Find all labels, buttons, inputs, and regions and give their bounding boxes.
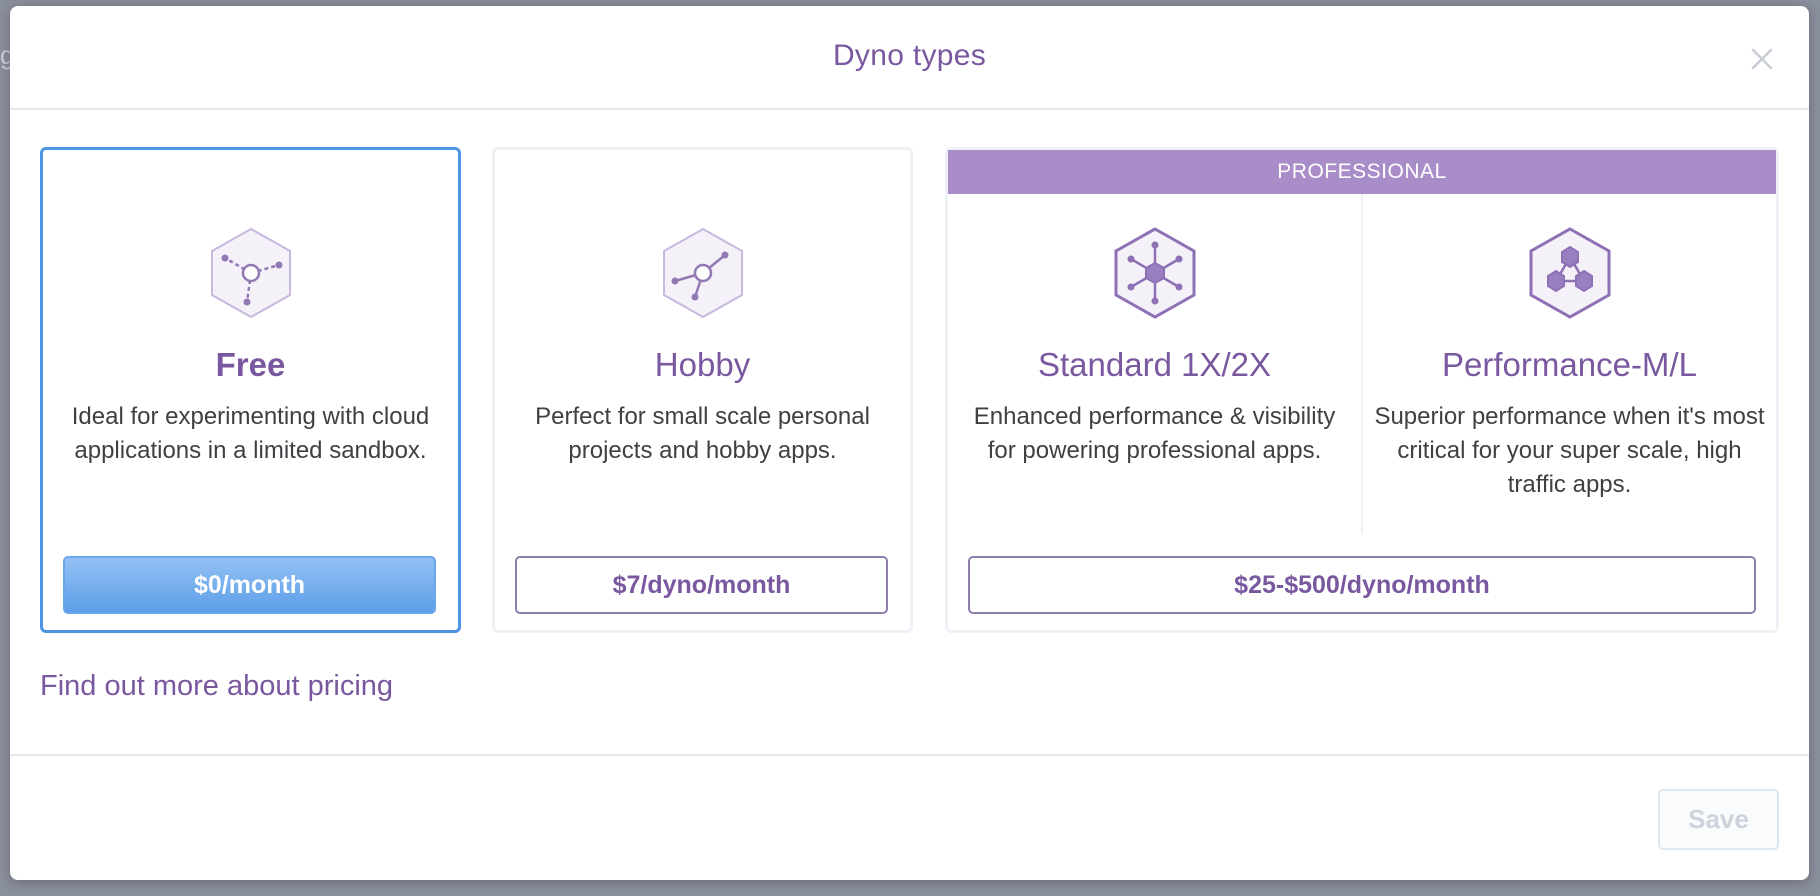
- standard-tier: Standard 1X/2X Enhanced performance & vi…: [948, 150, 1361, 570]
- performance-tier-name: Performance-M/L: [1442, 346, 1697, 383]
- modal-header: Dyno types: [10, 6, 1809, 110]
- dyno-types-modal: Dyno types Free Ideal for experimenting …: [10, 6, 1809, 880]
- hobby-dyno-icon: [655, 225, 751, 321]
- free-tier: Free Ideal for experimenting with cloud …: [43, 150, 458, 570]
- performance-dyno-icon: [1522, 225, 1618, 321]
- standard-tier-name: Standard 1X/2X: [1038, 346, 1271, 383]
- pricing-link[interactable]: Find out more about pricing: [40, 670, 393, 703]
- standard-tier-description: Enhanced performance & visibility for po…: [973, 403, 1336, 464]
- free-dyno-icon: [203, 225, 299, 321]
- modal-title: Dyno types: [832, 39, 987, 72]
- free-tier-card[interactable]: Free Ideal for experimenting with cloud …: [40, 147, 461, 633]
- free-tier-description: Ideal for experimenting with cloud appli…: [71, 403, 430, 464]
- hobby-tier-card[interactable]: Hobby Perfect for small scale personal p…: [492, 147, 913, 633]
- performance-tier-description: Superior performance when it's most crit…: [1374, 403, 1765, 498]
- professional-tier-card[interactable]: PROFESSIONAL Standard 1X/2X Enhanced per…: [945, 147, 1779, 633]
- free-price-button[interactable]: $0/month: [63, 556, 436, 614]
- professional-price-button[interactable]: $25-$500/dyno/month: [968, 556, 1756, 614]
- close-icon[interactable]: [1747, 44, 1777, 74]
- hobby-tier-description: Perfect for small scale personal project…: [535, 403, 870, 464]
- footer-divider: [10, 754, 1809, 756]
- save-button[interactable]: Save: [1658, 789, 1779, 850]
- hobby-tier-name: Hobby: [654, 346, 751, 383]
- standard-dyno-icon: [1107, 225, 1203, 321]
- hobby-price-button[interactable]: $7/dyno/month: [515, 556, 888, 614]
- hobby-tier: Hobby Perfect for small scale personal p…: [495, 150, 910, 570]
- free-tier-name: Free: [215, 346, 286, 383]
- performance-tier: Performance-M/L Superior performance whe…: [1363, 150, 1776, 570]
